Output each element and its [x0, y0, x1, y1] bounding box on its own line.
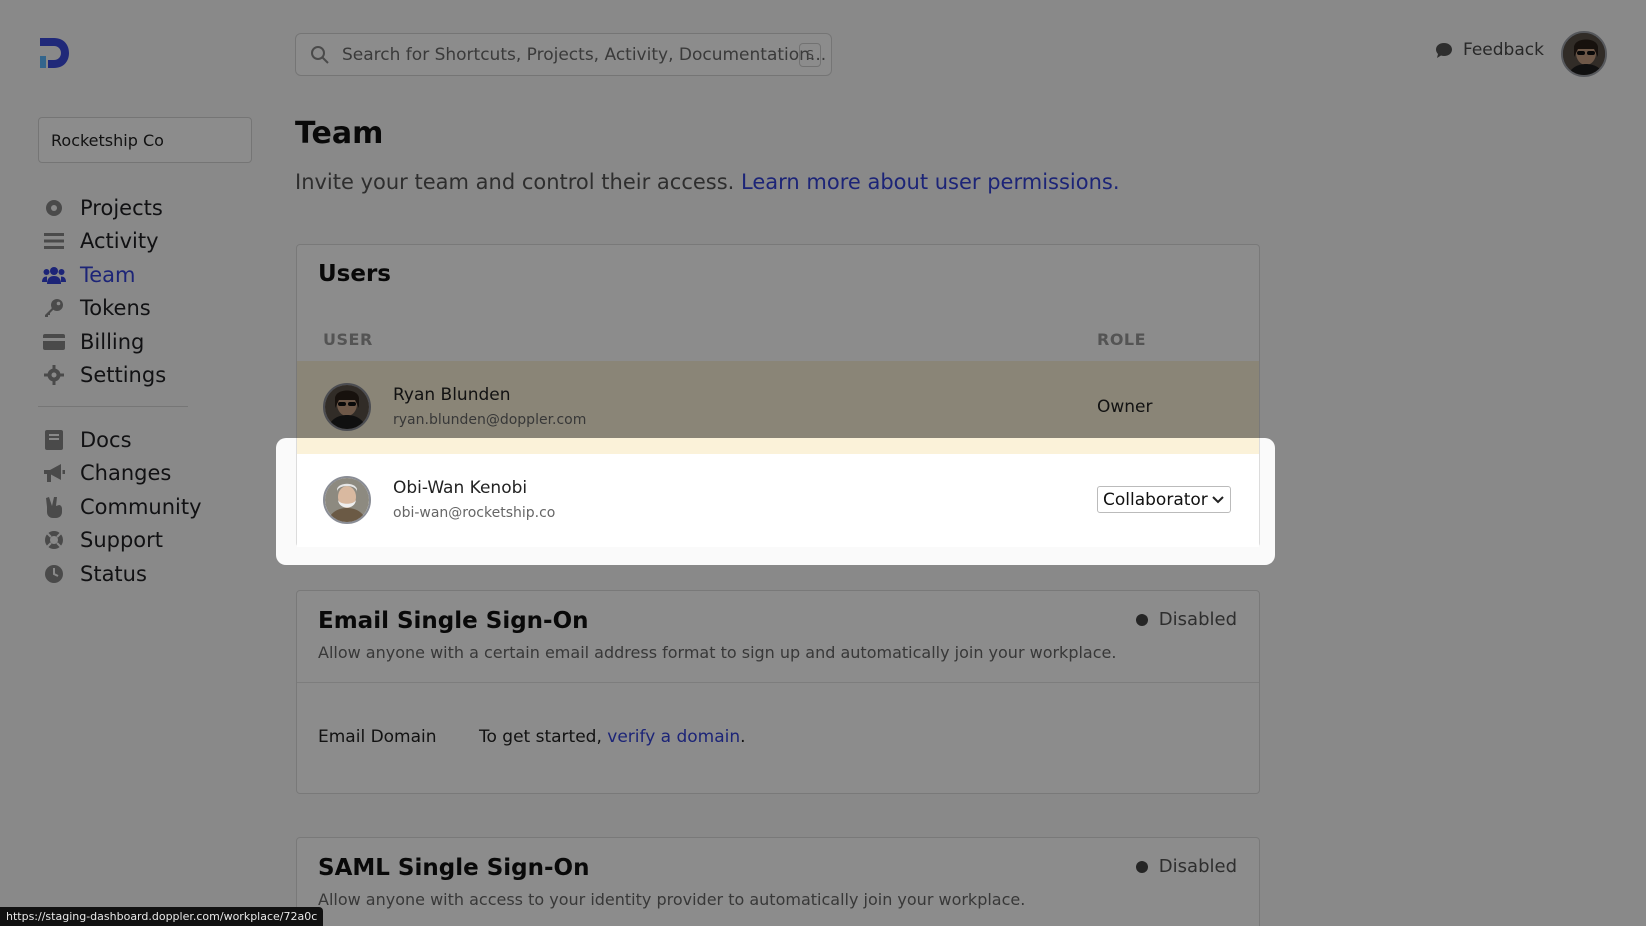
sidebar-item-label: Support [80, 528, 164, 553]
avatar-photo-icon [325, 478, 369, 522]
page-subtitle: Invite your team and control their acces… [295, 170, 1120, 194]
sidebar-item-billing[interactable]: Billing [42, 325, 242, 359]
saml-sso-description: Allow anyone with access to your identit… [318, 890, 1026, 909]
sidebar-item-tokens[interactable]: Tokens [42, 292, 242, 326]
sidebar-divider [38, 406, 188, 407]
sidebar-item-projects[interactable]: Projects [42, 191, 242, 225]
lifebuoy-icon [42, 529, 66, 551]
sidebar-item-settings[interactable]: Settings [42, 359, 242, 393]
sidebar-item-changes[interactable]: Changes [42, 457, 242, 491]
book-icon [42, 429, 66, 451]
peace-hand-icon [42, 496, 66, 518]
status-badge: Disabled [1135, 856, 1237, 877]
status-badge: Disabled [1135, 609, 1237, 630]
sidebar-item-label: Status [80, 561, 147, 586]
user-name: Ryan Blunden [393, 385, 511, 405]
sidebar-item-label: Billing [80, 329, 145, 354]
clock-icon [42, 563, 66, 585]
sidebar-item-label: Settings [80, 363, 167, 388]
sidebar-item-activity[interactable]: Activity [42, 225, 242, 259]
permissions-link[interactable]: Learn more about user permissions. [741, 170, 1119, 194]
avatar-photo-icon [1563, 33, 1605, 75]
status-dot-icon [1135, 613, 1148, 626]
sidebar-item-status[interactable]: Status [42, 557, 242, 591]
megaphone-icon [42, 462, 66, 484]
workplace-selector[interactable]: Rocketship Co [38, 117, 252, 163]
user-role: Owner [1097, 397, 1153, 417]
gear-icon [42, 364, 66, 386]
sidebar-item-support[interactable]: Support [42, 524, 242, 558]
users-card: Users USER ROLE Ryan Blunden ryan.blunde… [296, 244, 1260, 547]
search-shortcut-key: S [799, 43, 821, 67]
sidebar-secondary-nav: Docs Changes Community Support Status [42, 423, 242, 591]
email-sso-title: Email Single Sign-On [318, 608, 589, 634]
search-bar[interactable]: Search for Shortcuts, Projects, Activity… [295, 33, 832, 76]
status-dot-icon [1135, 860, 1148, 873]
chat-bubble-icon [1436, 42, 1452, 58]
doppler-logo-icon[interactable] [38, 36, 70, 70]
sidebar-item-community[interactable]: Community [42, 490, 242, 524]
user-name: Obi-Wan Kenobi [393, 478, 528, 498]
email-domain-text: To get started, verify a domain. [479, 727, 746, 747]
saml-sso-title: SAML Single Sign-On [318, 855, 590, 881]
user-avatar[interactable] [1561, 31, 1607, 77]
status-label: Disabled [1158, 609, 1237, 630]
role-select[interactable]: Collaborator [1097, 486, 1231, 513]
projects-icon [42, 197, 66, 219]
email-sso-card: Email Single Sign-On Disabled Allow anyo… [296, 590, 1260, 794]
user-email: obi-wan@rocketship.co [393, 505, 556, 521]
page-title: Team [295, 116, 384, 151]
sidebar-primary-nav: Projects Activity Team Tokens Billing Se… [42, 191, 242, 392]
team-page: Search for Shortcuts, Projects, Activity… [0, 0, 1646, 926]
table-row: Obi-Wan Kenobi obi-wan@rocketship.co Col… [297, 454, 1259, 547]
sidebar-item-team[interactable]: Team [42, 258, 242, 292]
feedback-label: Feedback [1463, 40, 1544, 60]
divider [297, 682, 1259, 683]
credit-card-icon [42, 331, 66, 353]
role-column-header: ROLE [1097, 330, 1147, 349]
activity-icon [42, 230, 66, 252]
role-select-value: Collaborator [1103, 489, 1208, 510]
browser-status-url: https://staging-dashboard.doppler.com/wo… [0, 907, 324, 926]
status-label: Disabled [1158, 856, 1237, 877]
sidebar-item-label: Projects [80, 195, 163, 220]
search-icon [311, 45, 329, 64]
avatar-photo-icon [325, 385, 369, 429]
users-title: Users [318, 261, 391, 287]
domain-text-prefix: To get started, [479, 727, 602, 747]
team-icon [42, 264, 66, 286]
sidebar-item-docs[interactable]: Docs [42, 423, 242, 457]
chevron-down-icon [1212, 496, 1224, 504]
sidebar-item-label: Activity [80, 229, 159, 254]
sidebar-item-label: Changes [80, 461, 172, 486]
user-column-header: USER [323, 330, 373, 349]
sidebar-item-label: Team [80, 262, 136, 287]
search-placeholder: Search for Shortcuts, Projects, Activity… [342, 44, 827, 65]
user-email: ryan.blunden@doppler.com [393, 412, 587, 428]
email-sso-description: Allow anyone with a certain email addres… [318, 643, 1117, 662]
sidebar-item-label: Tokens [80, 296, 151, 321]
subtitle-text: Invite your team and control their acces… [295, 170, 735, 194]
domain-text-suffix: . [740, 727, 746, 747]
avatar [323, 383, 371, 431]
table-row: Ryan Blunden ryan.blunden@doppler.com Ow… [297, 361, 1259, 454]
sidebar-item-label: Community [80, 494, 202, 519]
saml-sso-card: SAML Single Sign-On Disabled Allow anyon… [296, 837, 1260, 926]
sidebar-item-label: Docs [80, 427, 132, 452]
avatar [323, 476, 371, 524]
verify-domain-link[interactable]: verify a domain [607, 727, 740, 747]
email-domain-label: Email Domain [318, 727, 437, 747]
key-icon [42, 297, 66, 319]
feedback-button[interactable]: Feedback [1435, 40, 1544, 60]
